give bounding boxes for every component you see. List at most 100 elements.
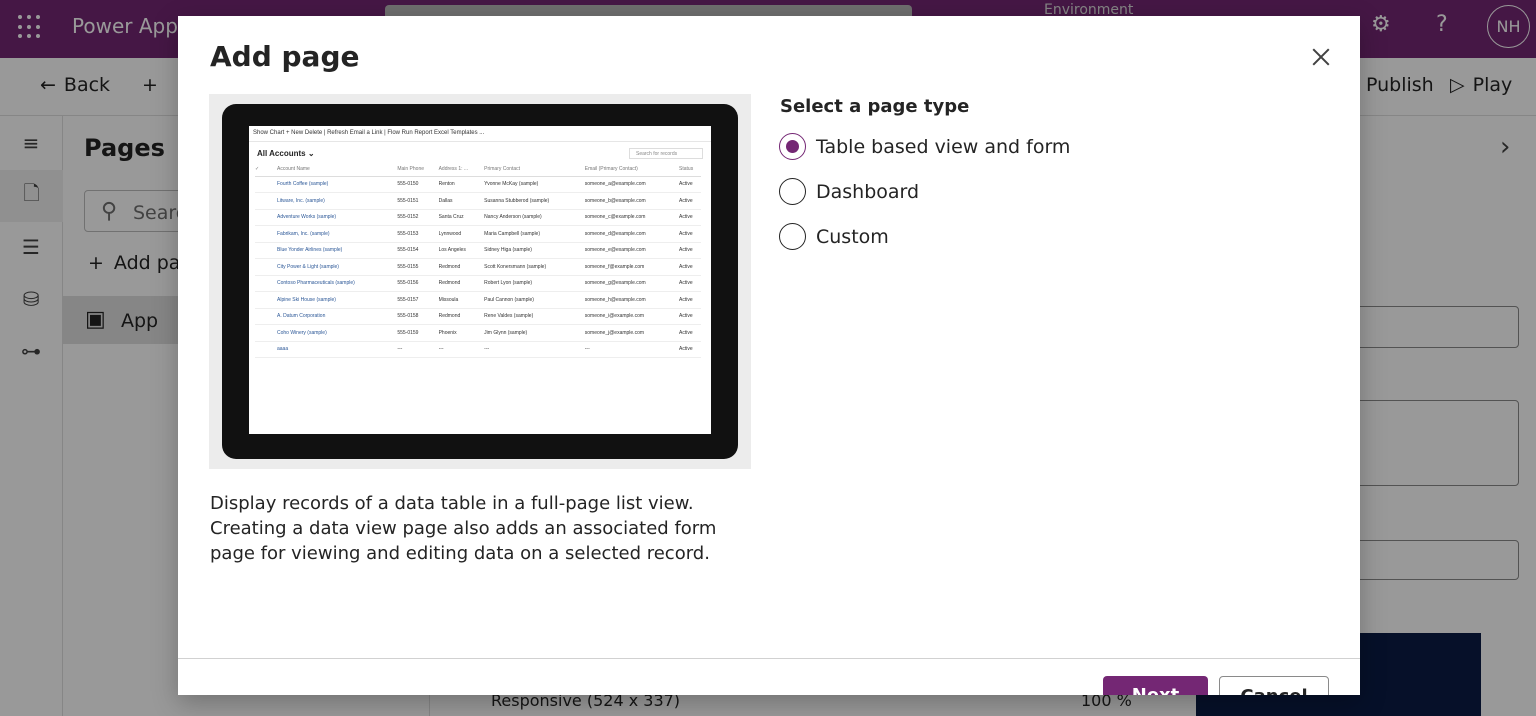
preview-table-cell: Maria Campbell (sample) bbox=[484, 225, 585, 243]
preview-table-cell: someone_c@example.com bbox=[584, 209, 680, 226]
preview-table-cell: Jim Glynn (sample) bbox=[484, 324, 585, 342]
preview-table-cell: --- bbox=[484, 341, 585, 358]
preview-view-title: All Accounts ⌄ Search for records bbox=[249, 142, 711, 162]
preview-table-cell: --- bbox=[584, 341, 680, 358]
preview-table-cell: aaaa bbox=[277, 341, 398, 358]
radio-table-based[interactable]: Table based view and form bbox=[779, 133, 1070, 160]
preview-row-marker bbox=[255, 275, 277, 292]
preview-table-cell: someone_j@example.com bbox=[584, 324, 680, 342]
preview-table-cell: Active bbox=[679, 324, 701, 342]
preview-column-header: Primary Contact bbox=[484, 162, 585, 177]
preview-table-cell: 555-0157 bbox=[397, 291, 439, 309]
preview-table: ✓ Account Name Main Phone Address 1: ... Pri… bbox=[255, 162, 701, 358]
preview-table-cell: Redmond bbox=[438, 258, 485, 276]
preview-table-row: aaaa --- --- --- --- Active bbox=[255, 341, 701, 358]
preview-table-cell: Adventure Works (sample) bbox=[277, 209, 398, 226]
preview-table-cell: someone_d@example.com bbox=[584, 225, 680, 243]
radio-dashboard[interactable]: Dashboard bbox=[779, 178, 919, 205]
preview-table-cell: A. Datum Corporation bbox=[277, 308, 398, 325]
preview-row-marker bbox=[255, 291, 277, 309]
preview-table-cell: Coho Winery (sample) bbox=[277, 324, 398, 342]
preview-row-marker bbox=[255, 308, 277, 325]
preview-table-cell: Active bbox=[679, 308, 701, 325]
radio-icon[interactable] bbox=[779, 223, 806, 250]
preview-table-cell: Los Angeles bbox=[438, 242, 485, 259]
page-type-label: Select a page type bbox=[780, 96, 970, 117]
preview-table-cell: Redmond bbox=[438, 275, 485, 292]
radio-selected-icon[interactable] bbox=[779, 133, 806, 160]
preview-table-cell: 555-0156 bbox=[397, 275, 439, 292]
preview-table-row: City Power & Light (sample) 555-0155 Redmo… bbox=[255, 258, 701, 276]
preview-table-cell: Active bbox=[679, 341, 701, 358]
preview-table-cell: Robert Lyon (sample) bbox=[484, 275, 585, 292]
preview-table-row: Blue Yonder Airlines (sample) 555-0154 Los… bbox=[255, 242, 701, 259]
preview-table-cell: Redmond bbox=[438, 308, 485, 325]
preview-table-cell: 555-0159 bbox=[397, 324, 439, 342]
preview-table-cell: Active bbox=[679, 209, 701, 226]
radio-custom[interactable]: Custom bbox=[779, 223, 889, 250]
preview-row-marker bbox=[255, 225, 277, 243]
preview-column-header: Email (Primary Contact) bbox=[584, 162, 680, 177]
preview-table-cell: 555-0155 bbox=[397, 258, 439, 276]
preview-table-cell: Active bbox=[679, 176, 701, 193]
preview-table-cell: someone_e@example.com bbox=[584, 242, 680, 259]
preview-table-cell: Paul Cannon (sample) bbox=[484, 291, 585, 309]
page-type-preview: Show Chart + New Delete | Refresh Email … bbox=[209, 94, 751, 469]
preview-table-cell: Active bbox=[679, 275, 701, 292]
preview-table-cell: Active bbox=[679, 225, 701, 243]
preview-table-cell: Blue Yonder Airlines (sample) bbox=[277, 242, 398, 259]
preview-table-row: Fourth Coffee (sample) 555-0150 Renton Yvon… bbox=[255, 176, 701, 193]
preview-table-cell: Fabrikam, Inc. (sample) bbox=[277, 225, 398, 243]
preview-row-marker bbox=[255, 176, 277, 193]
preview-table-row: Litware, Inc. (sample) 555-0151 Dallas Susa… bbox=[255, 192, 701, 210]
preview-table-cell: Active bbox=[679, 192, 701, 210]
preview-table-row: Alpine Ski House (sample) 555-0157 Missoul… bbox=[255, 291, 701, 309]
preview-table-cell: Rene Valdes (sample) bbox=[484, 308, 585, 325]
preview-table-cell: Missoula bbox=[438, 291, 485, 309]
close-icon[interactable] bbox=[1310, 46, 1332, 68]
add-page-dialog: Add page Show Chart + New Delete | Refre… bbox=[178, 16, 1360, 695]
preview-table-cell: 555-0151 bbox=[397, 192, 439, 210]
preview-screen: Show Chart + New Delete | Refresh Email … bbox=[249, 126, 711, 434]
preview-table-cell: Renton bbox=[438, 176, 485, 193]
preview-table-row: Coho Winery (sample) 555-0159 Phoenix Jim G… bbox=[255, 324, 701, 342]
preview-table-cell: someone_g@example.com bbox=[584, 275, 680, 292]
preview-row-marker bbox=[255, 341, 277, 358]
next-button[interactable]: Next bbox=[1103, 676, 1208, 695]
preview-view-name: All Accounts bbox=[257, 149, 306, 158]
preview-table-cell: Susanna Stubberod (sample) bbox=[484, 192, 585, 210]
preview-row-marker bbox=[255, 324, 277, 342]
preview-table-cell: Nancy Anderson (sample) bbox=[484, 209, 585, 226]
preview-column-header: Status bbox=[679, 162, 701, 177]
preview-row-marker bbox=[255, 258, 277, 276]
radio-label: Dashboard bbox=[816, 180, 920, 203]
dialog-title: Add page bbox=[210, 40, 360, 73]
preview-table-cell: someone_h@example.com bbox=[584, 291, 680, 309]
radio-label: Custom bbox=[816, 225, 889, 248]
preview-table-cell: --- bbox=[438, 341, 485, 358]
footer-divider bbox=[178, 658, 1360, 659]
preview-table-cell: 555-0152 bbox=[397, 209, 439, 226]
preview-table-cell: someone_i@example.com bbox=[584, 308, 680, 325]
preview-table-cell: City Power & Light (sample) bbox=[277, 258, 398, 276]
preview-row-marker bbox=[255, 242, 277, 259]
preview-toolbar: Show Chart + New Delete | Refresh Email … bbox=[249, 126, 711, 142]
cancel-button[interactable]: Cancel bbox=[1219, 676, 1329, 695]
preview-table-cell: Active bbox=[679, 291, 701, 309]
preview-table-cell: Sidney Higa (sample) bbox=[484, 242, 585, 259]
preview-table-row: Fabrikam, Inc. (sample) 555-0153 Lynnwood M… bbox=[255, 225, 701, 243]
preview-table-cell: 555-0150 bbox=[397, 176, 439, 193]
preview-table-cell: Active bbox=[679, 242, 701, 259]
preview-table-row: A. Datum Corporation 555-0158 Redmond Rene … bbox=[255, 308, 701, 325]
preview-row-marker bbox=[255, 192, 277, 210]
preview-column-header: Address 1: ... bbox=[438, 162, 485, 177]
preview-table-cell: 555-0153 bbox=[397, 225, 439, 243]
preview-search: Search for records bbox=[629, 148, 703, 159]
preview-table-cell: someone_a@example.com bbox=[584, 176, 680, 193]
preview-table-cell: someone_f@example.com bbox=[584, 258, 680, 276]
radio-icon[interactable] bbox=[779, 178, 806, 205]
page-type-description: Display records of a data table in a ful… bbox=[210, 493, 717, 564]
preview-table-cell: Alpine Ski House (sample) bbox=[277, 291, 398, 309]
preview-table-cell: Contoso Pharmaceuticals (sample) bbox=[277, 275, 398, 292]
preview-table-cell: Santa Cruz bbox=[438, 209, 485, 226]
